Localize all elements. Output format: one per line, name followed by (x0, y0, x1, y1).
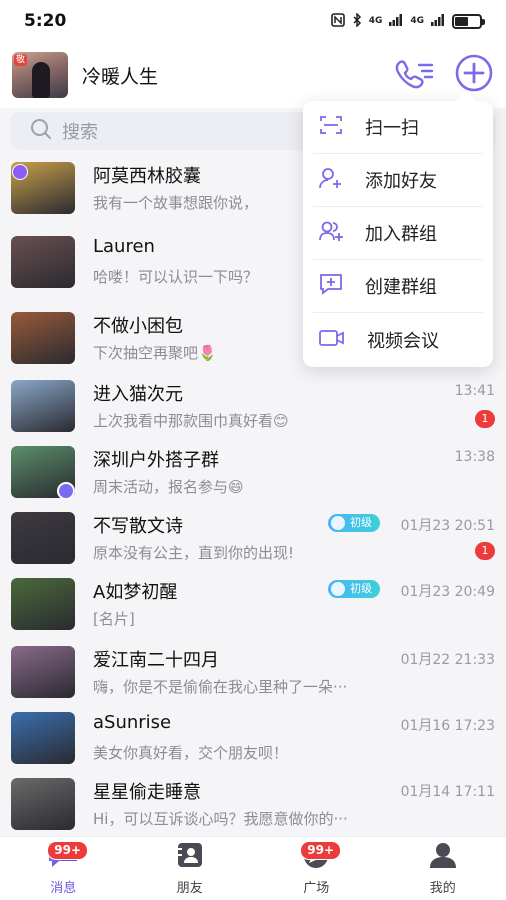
call-list-icon[interactable] (394, 57, 434, 93)
menu-item-video-meeting[interactable]: 视频会议 (313, 313, 483, 366)
chat-row[interactable]: 深圳户外搭子群周末活动，报名参与😄 13:38 (0, 440, 506, 506)
chat-avatar (11, 512, 75, 564)
menu-item-scan[interactable]: 扫一扫 (313, 101, 483, 154)
chat-row[interactable]: aSunrise 美女你真好看，交个朋友呗！ 01月16 17:23 (0, 706, 506, 772)
menu-item-label: 加入群组 (365, 224, 437, 245)
search-icon (30, 118, 62, 145)
chat-avatar (11, 578, 75, 630)
chat-row[interactable]: A如梦初醒 [名片] 01月23 20:49 初级 (0, 572, 506, 638)
chat-avatar (11, 646, 75, 698)
avatar-tag: 敬 (14, 54, 28, 66)
chat-preview: [名片] (93, 610, 135, 628)
tab-messages[interactable]: 99+ 消息 (0, 837, 127, 900)
bottom-tab-bar: 99+ 消息 朋友 99+ 广场 我的 (0, 836, 506, 900)
level-badge: 初级 (328, 514, 380, 532)
join-group-icon (313, 220, 343, 246)
signal-label-2: 4G (410, 16, 424, 26)
create-group-icon (313, 273, 343, 299)
friends-icon (175, 841, 205, 873)
chat-preview: 周末活动，报名参与😄 (93, 478, 244, 496)
signal-label-1: 4G (368, 16, 383, 26)
chat-preview: Hi，可以互诉谈心吗？我愿意做你的··· (93, 810, 348, 828)
chat-preview: 原本没有公主，直到你的出现! (93, 544, 295, 562)
menu-item-join-group[interactable]: 加入群组 (313, 207, 483, 260)
tab-profile[interactable]: 我的 (380, 837, 506, 900)
add-circle-icon[interactable] (454, 53, 494, 97)
chat-row[interactable]: 进入猫次元上次我看中那款围巾真好看😊 13:41 1 (0, 374, 506, 440)
chat-name: 爱江南二十四月 (93, 650, 219, 671)
add-friend-icon (313, 167, 343, 193)
menu-item-label: 扫一扫 (365, 118, 419, 139)
chat-time: 01月23 20:51 (400, 518, 495, 534)
status-bar: 5:20 4G 4G (0, 0, 506, 42)
level-badge: 初级 (328, 580, 380, 598)
unread-count-badge: 1 (475, 542, 495, 560)
user-name: 冷暖人生 (82, 65, 159, 88)
chat-avatar (11, 312, 75, 364)
chat-preview: 上次我看中那款围巾真好看😊 (93, 412, 289, 430)
chat-name: 进入猫次元 (93, 384, 183, 405)
chat-name: 不写散文诗 (93, 516, 183, 537)
chat-name: A如梦初醒 (93, 582, 178, 603)
chat-time: 01月22 21:33 (400, 652, 495, 668)
tab-label: 广场 (303, 881, 330, 896)
battery-icon (452, 13, 485, 29)
chat-preview: 下次抽空再聚吧🌷 (93, 344, 217, 362)
video-meeting-icon (313, 329, 345, 351)
signal-bars-icon (431, 13, 445, 29)
menu-item-label: 创建群组 (365, 277, 437, 298)
chat-name: 不做小困包 (93, 316, 183, 337)
menu-item-label: 视频会议 (367, 330, 439, 352)
chat-avatar (11, 236, 75, 288)
chat-time: 13:38 (454, 449, 495, 465)
chat-preview: 哈喽！可以认识一下吗？ (93, 268, 259, 286)
tab-friends[interactable]: 朋友 (127, 837, 254, 900)
chat-preview: 嗨，你是不是偷偷在我心里种了一朵··· (93, 678, 348, 696)
chat-avatar (11, 712, 75, 764)
chat-name: 星星偷走睡意 (93, 782, 201, 803)
chat-preview: 我有一个故事想跟你说， (93, 194, 259, 212)
tab-square[interactable]: 99+ 广场 (253, 837, 380, 900)
chat-avatar (11, 778, 75, 830)
unread-count-badge: 1 (475, 410, 495, 428)
chat-time: 01月16 17:23 (400, 718, 495, 734)
chat-preview: 美女你真好看，交个朋友呗！ (93, 744, 289, 762)
chat-row[interactable]: 爱江南二十四月嗨，你是不是偷偷在我心里种了一朵··· 01月22 21:33 (0, 640, 506, 706)
tab-label: 消息 (50, 881, 77, 896)
menu-item-create-group[interactable]: 创建群组 (313, 260, 483, 313)
status-time: 5:20 (24, 11, 67, 31)
unread-badge: 99+ (300, 841, 342, 860)
chat-name: aSunrise (93, 712, 172, 733)
search-placeholder: 搜索 (62, 122, 98, 143)
tab-label: 朋友 (176, 881, 203, 896)
bluetooth-icon (352, 11, 362, 30)
chat-row[interactable]: 星星偷走睡意 Hi，可以互诉谈心吗？我愿意做你的··· 01月14 17:11 (0, 772, 506, 836)
chat-name: 阿莫西林胶囊 (93, 166, 201, 187)
chat-time: 13:41 (454, 383, 495, 399)
chat-time: 01月23 20:49 (400, 584, 495, 600)
unread-badge: 99+ (47, 841, 89, 860)
chat-avatar (11, 380, 75, 432)
user-avatar[interactable]: 敬 (12, 52, 68, 98)
nfc-icon (330, 12, 345, 30)
chat-row[interactable]: 不写散文诗原本没有公主，直到你的出现! 01月23 20:51 1 初级 (0, 506, 506, 572)
tab-label: 我的 (429, 881, 456, 896)
profile-icon (428, 841, 458, 873)
chat-name: 深圳户外搭子群 (93, 450, 219, 471)
scan-icon (313, 115, 343, 139)
chat-name: Lauren (93, 236, 155, 257)
vip-icon (12, 164, 28, 180)
menu-item-label: 添加好友 (365, 171, 437, 192)
header: 敬 冷暖人生 (0, 42, 506, 108)
menu-item-add-friend[interactable]: 添加好友 (313, 154, 483, 207)
group-chat-icon (57, 482, 75, 500)
signal-bars-icon (389, 13, 403, 29)
chat-time: 01月14 17:11 (400, 784, 495, 800)
status-icons: 4G 4G (330, 11, 485, 30)
add-menu-dropdown: 扫一扫 添加好友 加入群组 创建群组 视频会议 (303, 101, 493, 367)
